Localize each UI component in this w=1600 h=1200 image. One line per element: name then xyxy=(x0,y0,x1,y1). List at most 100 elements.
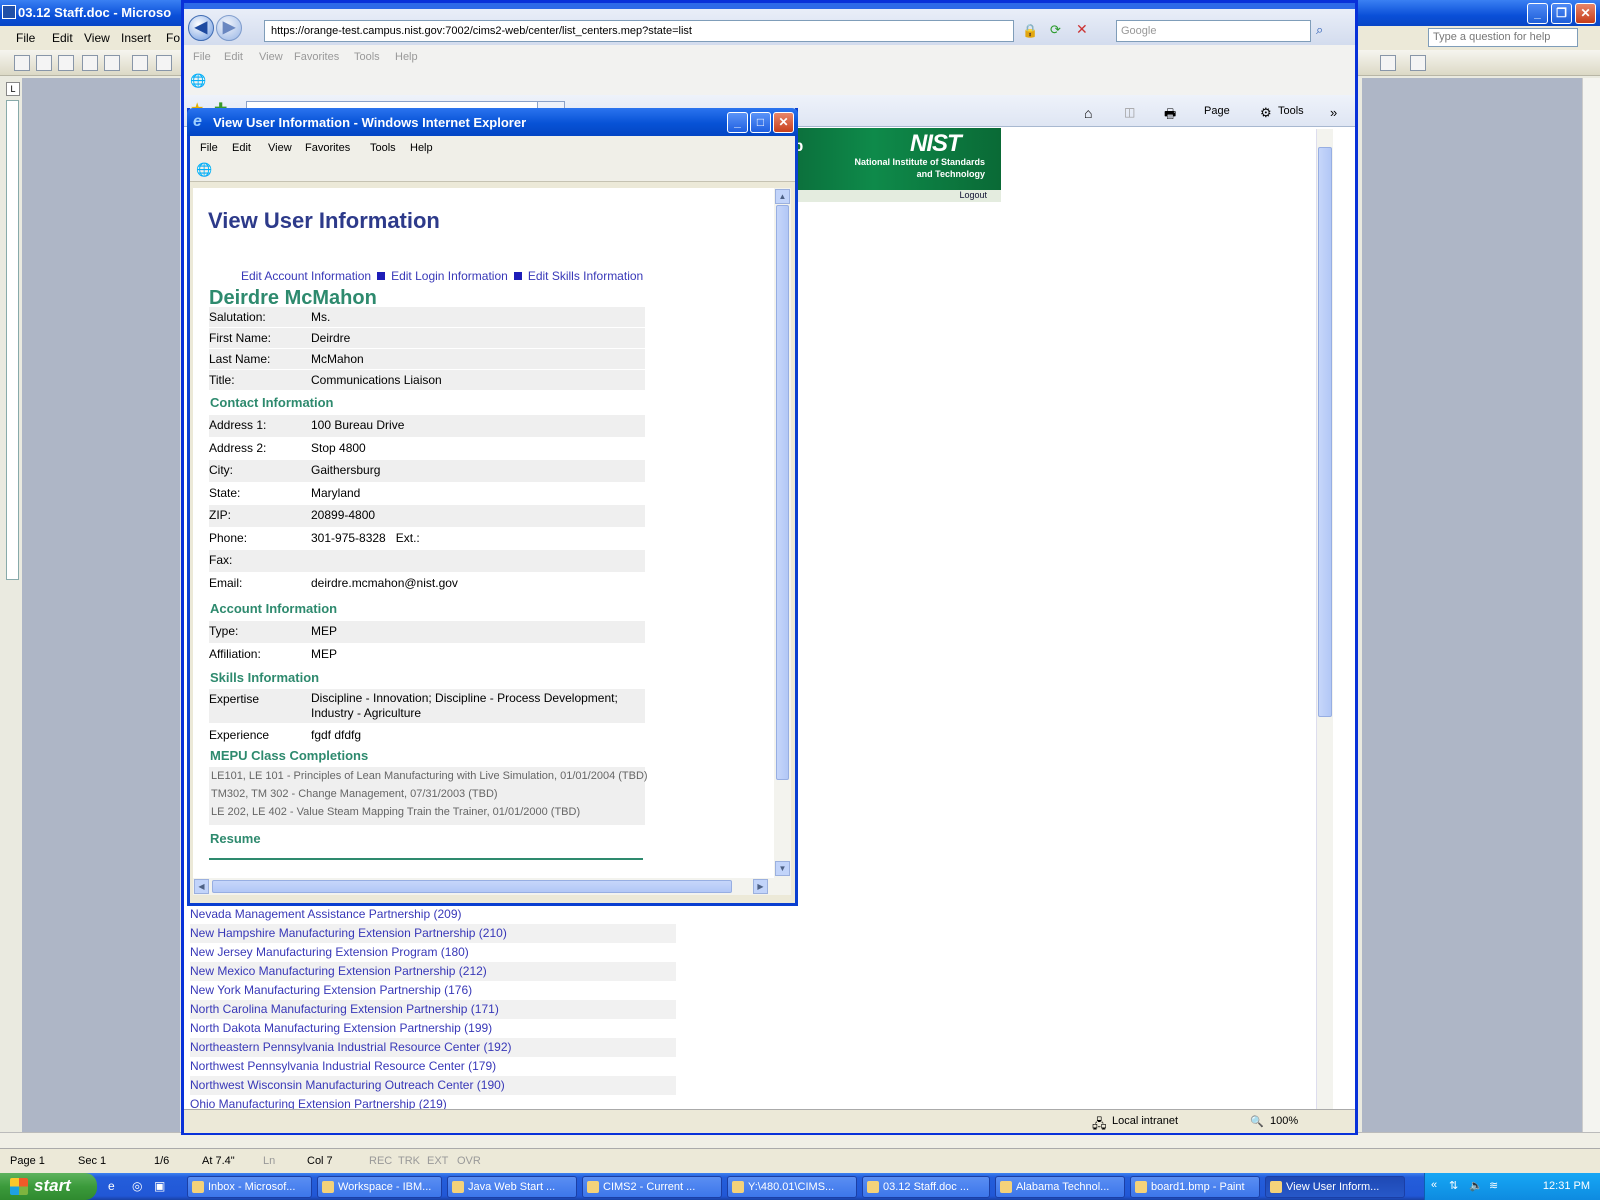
new-doc-icon[interactable] xyxy=(14,55,30,71)
word-menu-insert[interactable]: Insert xyxy=(121,31,151,45)
network-icon[interactable]: ⇅ xyxy=(1449,1179,1458,1192)
lock-icon[interactable]: 🔒 xyxy=(1022,23,1038,39)
save-icon[interactable] xyxy=(58,55,74,71)
popup-menu-edit[interactable]: Edit xyxy=(232,142,251,154)
search-input[interactable]: Google xyxy=(1116,20,1311,42)
popup-scroll-thumb[interactable] xyxy=(776,205,789,780)
page-menu[interactable]: Page xyxy=(1204,105,1230,117)
list-item[interactable]: North Carolina Manufacturing Extension P… xyxy=(190,1000,676,1019)
list-item[interactable]: Nevada Management Assistance Partnership… xyxy=(190,905,676,924)
ie-menu-file[interactable]: File xyxy=(193,51,211,63)
status-ext[interactable]: EXT xyxy=(427,1155,448,1167)
word-help-box[interactable]: Type a question for help xyxy=(1428,28,1578,47)
word-menu-file[interactable]: File xyxy=(16,31,35,45)
task-java[interactable]: Java Web Start ... xyxy=(447,1176,577,1198)
ie-scroll-thumb[interactable] xyxy=(1318,147,1332,717)
scroll-down-icon[interactable]: ▼ xyxy=(775,861,790,876)
email-icon[interactable] xyxy=(104,55,120,71)
edit-skills-link[interactable]: Edit Skills Information xyxy=(528,269,643,283)
security-zone[interactable]: Local intranet xyxy=(1112,1115,1178,1127)
word-menu-view[interactable]: View xyxy=(84,31,110,45)
home-icon[interactable]: ⌂ xyxy=(1084,105,1092,121)
connect-icon[interactable]: 🌐 xyxy=(196,162,212,178)
minimize-icon[interactable]: _ xyxy=(727,112,748,133)
task-view-user[interactable]: View User Inform... xyxy=(1265,1176,1405,1198)
edit-account-link[interactable]: Edit Account Information xyxy=(241,269,371,283)
task-workspace[interactable]: Workspace - IBM... xyxy=(317,1176,442,1198)
word-vertical-scrollbar[interactable] xyxy=(1582,78,1600,1138)
zoom-level[interactable]: 100% xyxy=(1270,1115,1298,1127)
maximize-icon[interactable]: □ xyxy=(750,112,771,133)
tools-menu[interactable]: Tools xyxy=(1278,105,1304,117)
ie-menu-help[interactable]: Help xyxy=(395,51,418,63)
list-item[interactable]: Northwest Pennsylvania Industrial Resour… xyxy=(190,1057,676,1076)
list-item[interactable]: Northwest Wisconsin Manufacturing Outrea… xyxy=(190,1076,676,1095)
address-bar[interactable]: https://orange-test.campus.nist.gov:7002… xyxy=(264,20,1014,42)
list-item[interactable]: North Dakota Manufacturing Extension Par… xyxy=(190,1019,676,1038)
connect-icon[interactable]: 🌐 xyxy=(190,73,206,89)
chevron-right-icon[interactable]: » xyxy=(1330,105,1337,120)
popup-menu-file[interactable]: File xyxy=(200,142,218,154)
word-menu-format[interactable]: Fo xyxy=(166,31,180,45)
zoom-icon[interactable]: 🔍 xyxy=(1250,1115,1264,1128)
list-item[interactable]: Northeastern Pennsylvania Industrial Res… xyxy=(190,1038,676,1057)
ie-menu-view[interactable]: View xyxy=(259,51,283,63)
clock[interactable]: 12:31 PM xyxy=(1543,1180,1590,1192)
desktop-quicklaunch-icon[interactable]: ▣ xyxy=(154,1179,165,1193)
word-menu-edit[interactable]: Edit xyxy=(52,31,73,45)
list-item[interactable]: New York Manufacturing Extension Partner… xyxy=(190,981,676,1000)
logout-link[interactable]: Logout xyxy=(789,190,1001,202)
stop-icon[interactable]: ✕ xyxy=(1076,21,1088,38)
refresh-icon[interactable]: ⟳ xyxy=(1050,22,1061,38)
list-item[interactable]: New Hampshire Manufacturing Extension Pa… xyxy=(190,924,676,943)
list-item[interactable]: New Mexico Manufacturing Extension Partn… xyxy=(190,962,676,981)
minimize-icon[interactable]: _ xyxy=(1527,3,1548,24)
list-item[interactable]: New Jersey Manufacturing Extension Progr… xyxy=(190,943,676,962)
status-ovr[interactable]: OVR xyxy=(457,1155,481,1167)
task-inbox[interactable]: Inbox - Microsof... xyxy=(187,1176,312,1198)
popup-menu-tools[interactable]: Tools xyxy=(370,142,396,154)
taskbar: start e ◎ ▣ Inbox - Microsof... Workspac… xyxy=(0,1173,1600,1200)
ie-menu-edit[interactable]: Edit xyxy=(224,51,243,63)
font-color-icon[interactable] xyxy=(1410,55,1426,71)
edit-login-link[interactable]: Edit Login Information xyxy=(391,269,508,283)
task-folder[interactable]: Y:\480.01\CIMS... xyxy=(727,1176,857,1198)
restore-icon[interactable]: ❐ xyxy=(1551,3,1572,24)
popup-menu-help[interactable]: Help xyxy=(410,142,433,154)
gear-icon[interactable]: ⚙ xyxy=(1260,105,1272,121)
task-alabama[interactable]: Alabama Technol... xyxy=(995,1176,1125,1198)
close-icon[interactable]: ✕ xyxy=(1575,3,1596,24)
scroll-left-icon[interactable]: ◀ xyxy=(194,879,209,894)
permission-icon[interactable] xyxy=(82,55,98,71)
ie-menu-tools[interactable]: Tools xyxy=(354,51,380,63)
popup-hscroll-thumb[interactable] xyxy=(212,880,732,893)
print-preview-icon[interactable] xyxy=(156,55,172,71)
print-icon[interactable]: 🖶 xyxy=(1164,105,1176,127)
task-word[interactable]: 03.12 Staff.doc ... xyxy=(862,1176,990,1198)
volume-icon[interactable]: 🔈 xyxy=(1469,1179,1483,1192)
media-quicklaunch-icon[interactable]: ◎ xyxy=(132,1179,142,1193)
close-icon[interactable]: ✕ xyxy=(773,112,794,133)
task-cims2[interactable]: CIMS2 - Current ... xyxy=(582,1176,722,1198)
status-rec[interactable]: REC xyxy=(369,1155,392,1167)
tray-expand-icon[interactable]: « xyxy=(1431,1179,1437,1191)
popup-title-bar[interactable]: e View User Information - Windows Intern… xyxy=(187,108,798,136)
print-icon[interactable] xyxy=(132,55,148,71)
ie-quicklaunch-icon[interactable]: e xyxy=(108,1179,115,1193)
spelling-icon[interactable] xyxy=(1380,55,1396,71)
task-paint[interactable]: board1.bmp - Paint xyxy=(1130,1176,1260,1198)
open-icon[interactable] xyxy=(36,55,52,71)
tab-selector[interactable]: L xyxy=(6,82,20,96)
scroll-right-icon[interactable]: ▶ xyxy=(753,879,768,894)
popup-menu-view[interactable]: View xyxy=(268,142,292,154)
scroll-up-icon[interactable]: ▲ xyxy=(775,189,790,204)
wifi-icon[interactable]: ≋ xyxy=(1489,1179,1498,1192)
popup-menu-favorites[interactable]: Favorites xyxy=(305,142,350,154)
forward-icon[interactable]: ▶ xyxy=(216,15,242,41)
feeds-icon[interactable]: ◫ xyxy=(1124,105,1135,119)
status-trk[interactable]: TRK xyxy=(398,1155,420,1167)
ie-menu-favorites[interactable]: Favorites xyxy=(294,51,339,63)
search-icon[interactable]: ⌕ xyxy=(1316,22,1323,38)
start-button[interactable]: start xyxy=(0,1173,97,1200)
back-icon[interactable]: ◀ xyxy=(188,15,214,41)
